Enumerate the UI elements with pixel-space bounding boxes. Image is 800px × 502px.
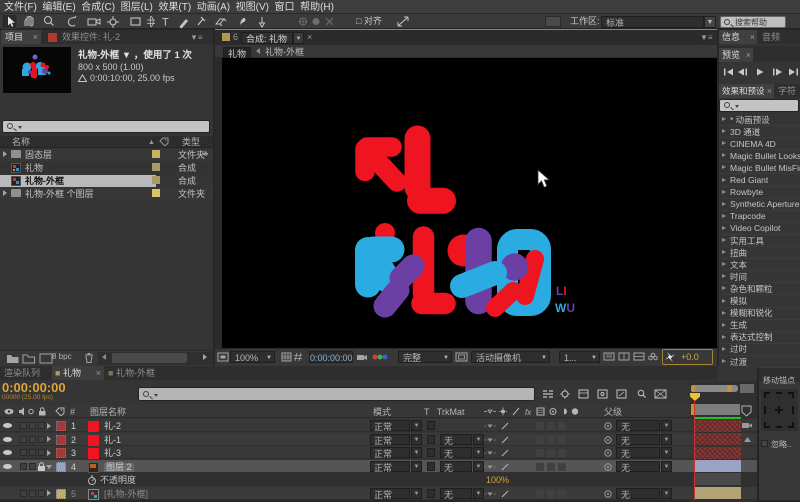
svg-text:LI: LI: [556, 284, 567, 298]
svg-text:WU: WU: [555, 301, 575, 315]
svg-text:T: T: [162, 17, 169, 29]
svg-text:fx: fx: [525, 408, 532, 417]
